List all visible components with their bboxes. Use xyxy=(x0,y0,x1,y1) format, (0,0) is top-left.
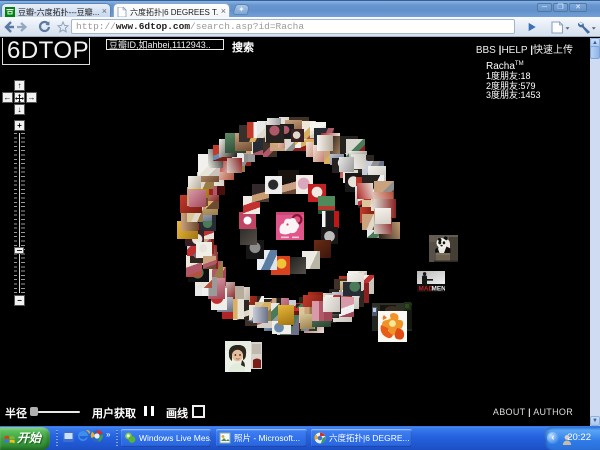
svg-text:MEN: MEN xyxy=(432,286,446,293)
